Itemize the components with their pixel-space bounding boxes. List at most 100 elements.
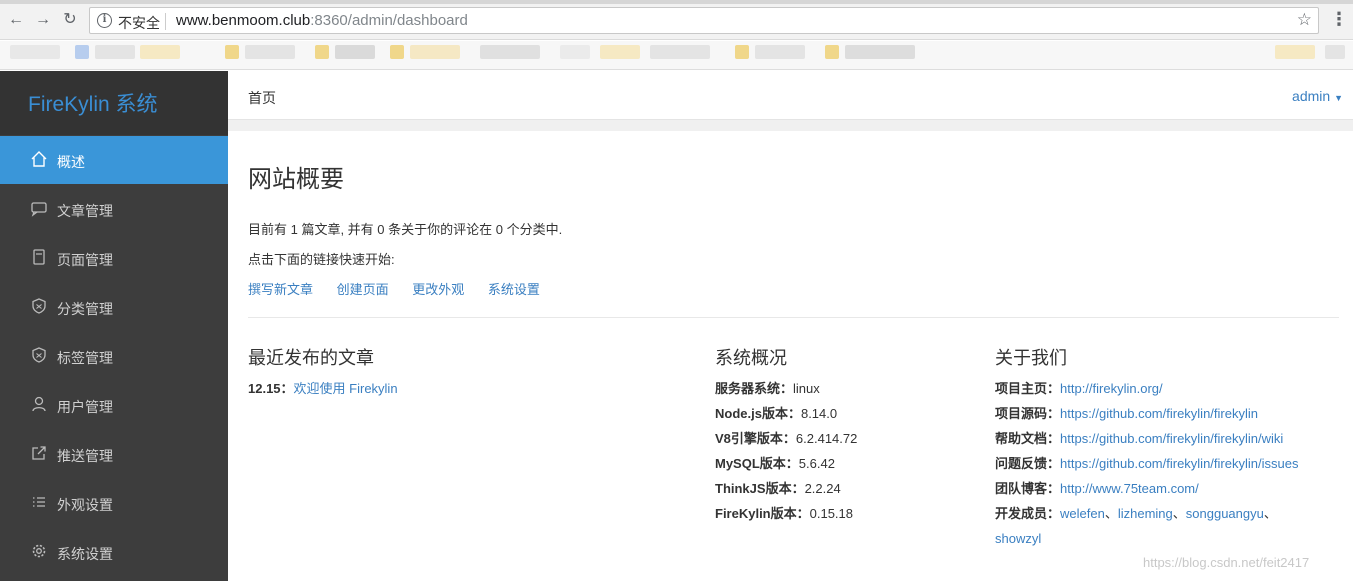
member-link[interactable]: songguangyu: [1186, 506, 1264, 521]
info-key: 问题反馈：: [995, 456, 1061, 471]
sidebar-item-label: 标签管理: [57, 350, 113, 366]
reload-button[interactable]: ↻: [60, 10, 80, 30]
summary-text: 目前有 1 篇文章, 并有 0 条关于你的评论在 0 个分类中.: [248, 222, 563, 237]
list-item: 问题反馈：https://github.com/firekylin/fireky…: [995, 451, 1298, 476]
info-icon[interactable]: i: [97, 13, 112, 28]
list-item: Node.js版本：8.14.0: [715, 401, 857, 426]
member-separator: 、: [1104, 506, 1118, 521]
sidebar-item-pages[interactable]: 页面管理: [0, 234, 228, 282]
bookmark-item[interactable]: [225, 45, 239, 59]
docs-link[interactable]: https://github.com/firekylin/firekylin/w…: [1060, 431, 1283, 446]
issues-link[interactable]: https://github.com/firekylin/firekylin/i…: [1060, 456, 1298, 471]
info-key: 开发成员：: [995, 506, 1061, 521]
info-value: 0.15.18: [809, 506, 853, 521]
bookmark-star-icon[interactable]: ☆: [1297, 10, 1312, 30]
forward-button[interactable]: →: [33, 10, 53, 30]
recent-posts-title: 最近发布的文章: [248, 348, 374, 368]
header-divider: [228, 120, 1353, 131]
bookmark-item[interactable]: [315, 45, 329, 59]
list-item: FireKylin版本：0.15.18: [715, 501, 857, 526]
sidebar-item-label: 外观设置: [57, 497, 113, 513]
external-link-icon: [32, 446, 46, 460]
about-panel: 关于我们 项目主页：http://firekylin.org/ 项目源码：htt…: [995, 344, 1298, 551]
create-page-link[interactable]: 创建页面: [337, 282, 389, 297]
bookmark-item[interactable]: [10, 45, 60, 59]
info-value: 2.2.24: [804, 481, 841, 496]
url-text[interactable]: www.benmoom.club:8360/admin/dashboard: [176, 12, 468, 29]
list-item: showzyl: [995, 526, 1298, 551]
bookmark-item[interactable]: [1325, 45, 1345, 59]
sidebar-item-users[interactable]: 用户管理: [0, 381, 228, 429]
bookmark-item[interactable]: [140, 45, 180, 59]
shield-icon: [32, 298, 46, 314]
info-key: FireKylin版本：: [715, 506, 810, 521]
bookmark-item[interactable]: [825, 45, 839, 59]
quick-links: 撰写新文章 创建页面 更改外观 系统设置: [248, 279, 560, 298]
brand-title[interactable]: FireKylin 系统: [28, 88, 158, 118]
bookmark-item[interactable]: [390, 45, 404, 59]
browser-toolbar: ← → ↻ i 不安全 www.benmoom.club:8360/admin/…: [0, 0, 1353, 40]
info-key: Node.js版本：: [715, 406, 801, 421]
list-item: MySQL版本：5.6.42: [715, 451, 857, 476]
home-link[interactable]: 首页: [248, 88, 276, 108]
member-separator: 、: [1263, 506, 1277, 521]
sidebar-item-label: 页面管理: [57, 252, 113, 268]
info-key: MySQL版本：: [715, 456, 799, 471]
list-item: ThinkJS版本：2.2.24: [715, 476, 857, 501]
list-item: 项目源码：https://github.com/firekylin/fireky…: [995, 401, 1298, 426]
bookmark-item[interactable]: [735, 45, 749, 59]
change-appearance-link[interactable]: 更改外观: [412, 282, 464, 297]
bookmark-item[interactable]: [560, 45, 590, 59]
sidebar-item-appearance[interactable]: 外观设置: [0, 479, 228, 527]
page-icon: [33, 249, 45, 265]
list-item: 12.15：欢迎使用 Firekylin: [248, 376, 398, 401]
bookmark-item[interactable]: [600, 45, 640, 59]
blog-link[interactable]: http://www.75team.com/: [1060, 481, 1199, 496]
sidebar-item-overview[interactable]: 概述: [0, 136, 228, 184]
sidebar-item-tags[interactable]: 标签管理: [0, 332, 228, 380]
bookmark-item[interactable]: [480, 45, 540, 59]
sidebar-item-categories[interactable]: 分类管理: [0, 283, 228, 331]
post-link[interactable]: 欢迎使用 Firekylin: [294, 381, 398, 396]
sidebar: FireKylin 系统 概述 文章管理 页面管理 分类管理 标签管理 用户管理…: [0, 71, 228, 581]
post-date: 12.15：: [248, 381, 294, 396]
sidebar-item-settings[interactable]: 系统设置: [0, 528, 228, 576]
home-icon: [31, 151, 47, 167]
bookmark-item[interactable]: [335, 45, 375, 59]
member-link[interactable]: welefen: [1060, 506, 1105, 521]
info-key: V8引擎版本：: [715, 431, 796, 446]
write-post-link[interactable]: 撰写新文章: [248, 282, 313, 297]
sidebar-item-push[interactable]: 推送管理: [0, 430, 228, 478]
insecure-label[interactable]: 不安全: [118, 13, 160, 33]
member-link[interactable]: lizheming: [1118, 506, 1173, 521]
sidebar-item-label: 用户管理: [57, 399, 113, 415]
back-button[interactable]: ←: [6, 10, 26, 30]
address-bar[interactable]: i 不安全 www.benmoom.club:8360/admin/dashbo…: [89, 7, 1319, 34]
browser-menu-icon[interactable]: ⋮: [1330, 9, 1348, 29]
bookmark-item[interactable]: [650, 45, 710, 59]
about-title: 关于我们: [995, 348, 1067, 368]
watermark: https://blog.csdn.net/feit2417: [1143, 555, 1310, 570]
member-link[interactable]: showzyl: [995, 531, 1041, 546]
bookmark-item[interactable]: [755, 45, 805, 59]
homepage-link[interactable]: http://firekylin.org/: [1060, 381, 1163, 396]
bookmark-item[interactable]: [95, 45, 135, 59]
bookmark-item[interactable]: [75, 45, 89, 59]
quick-start-hint: 点击下面的链接快速开始:: [248, 252, 395, 267]
bookmark-item[interactable]: [245, 45, 295, 59]
member-separator: 、: [1172, 506, 1186, 521]
shield-icon: [32, 347, 46, 363]
system-info-panel: 系统概况 服务器系统：linux Node.js版本：8.14.0 V8引擎版本…: [715, 344, 857, 526]
info-value: 8.14.0: [800, 406, 838, 421]
sidebar-item-label: 分类管理: [57, 301, 113, 317]
bookmark-item[interactable]: [410, 45, 460, 59]
info-key: 项目源码：: [995, 406, 1061, 421]
system-settings-link[interactable]: 系统设置: [488, 282, 540, 297]
source-link[interactable]: https://github.com/firekylin/firekylin: [1060, 406, 1258, 421]
sidebar-item-posts[interactable]: 文章管理: [0, 185, 228, 233]
brand[interactable]: FireKylin 系统: [0, 71, 228, 135]
user-menu[interactable]: admin ▼: [1292, 88, 1343, 104]
info-key: 项目主页：: [995, 381, 1061, 396]
bookmark-item[interactable]: [845, 45, 915, 59]
bookmark-item[interactable]: [1275, 45, 1315, 59]
